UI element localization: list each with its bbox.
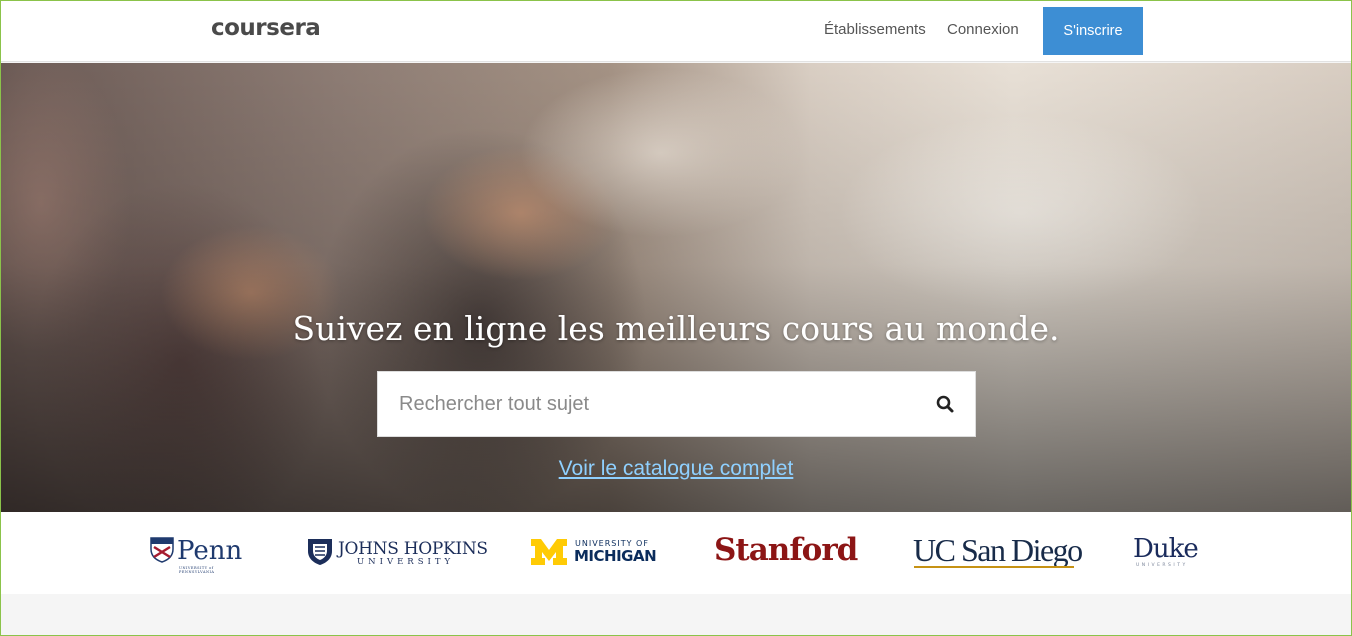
search-input[interactable] <box>378 372 918 436</box>
page-content-area <box>1 594 1351 635</box>
ucsd-gold-underline <box>914 566 1074 568</box>
hero-banner: Suivez en ligne les meilleurs cours au m… <box>1 63 1351 512</box>
catalog-link[interactable]: Voir le catalogue complet <box>1 457 1351 481</box>
top-navigation-bar: coursera Établissements Connexion S'insc… <box>1 1 1351 62</box>
duke-subtitle: UNIVERSITY <box>1136 563 1188 568</box>
michigan-block-m-icon <box>531 539 567 569</box>
partner-logos: Penn UNIVERSITY of PENNSYLVANIA JOHNS HO… <box>1 512 1351 594</box>
search-bar <box>377 371 976 437</box>
partner-michigan-logo[interactable]: UNIVERSITY OF MICHIGAN <box>531 512 661 594</box>
jhu-name: JOHNS HOPKINS <box>338 539 488 559</box>
penn-subtitle: UNIVERSITY of PENNSYLVANIA <box>179 566 215 574</box>
penn-shield-icon <box>150 537 174 567</box>
jhu-subtitle: UNIVERSITY <box>357 557 455 567</box>
ucsd-name: UC San Diego <box>913 532 1083 568</box>
nav-link-connexion[interactable]: Connexion <box>947 21 1019 38</box>
partner-stanford-logo[interactable]: Stanford <box>714 512 859 594</box>
hero-background-photo <box>1 63 1351 512</box>
stanford-name: Stanford <box>714 532 858 568</box>
partner-johns-hopkins-logo[interactable]: JOHNS HOPKINS UNIVERSITY <box>307 512 488 594</box>
coursera-logo[interactable]: coursera <box>211 15 321 41</box>
partner-ucsd-logo[interactable]: UC San Diego <box>913 512 1083 594</box>
signup-button[interactable]: S'inscrire <box>1043 7 1143 55</box>
duke-name: Duke <box>1133 534 1199 564</box>
partner-penn-logo[interactable]: Penn UNIVERSITY of PENNSYLVANIA <box>150 512 245 594</box>
hero-title: Suivez en ligne les meilleurs cours au m… <box>292 309 1060 348</box>
penn-name: Penn <box>177 536 243 566</box>
michigan-name: MICHIGAN <box>574 547 657 565</box>
nav-link-etablissements[interactable]: Établissements <box>824 21 926 38</box>
partner-duke-logo[interactable]: Duke UNIVERSITY <box>1133 512 1208 594</box>
search-icon[interactable] <box>935 394 957 416</box>
jhu-shield-icon <box>307 538 333 570</box>
